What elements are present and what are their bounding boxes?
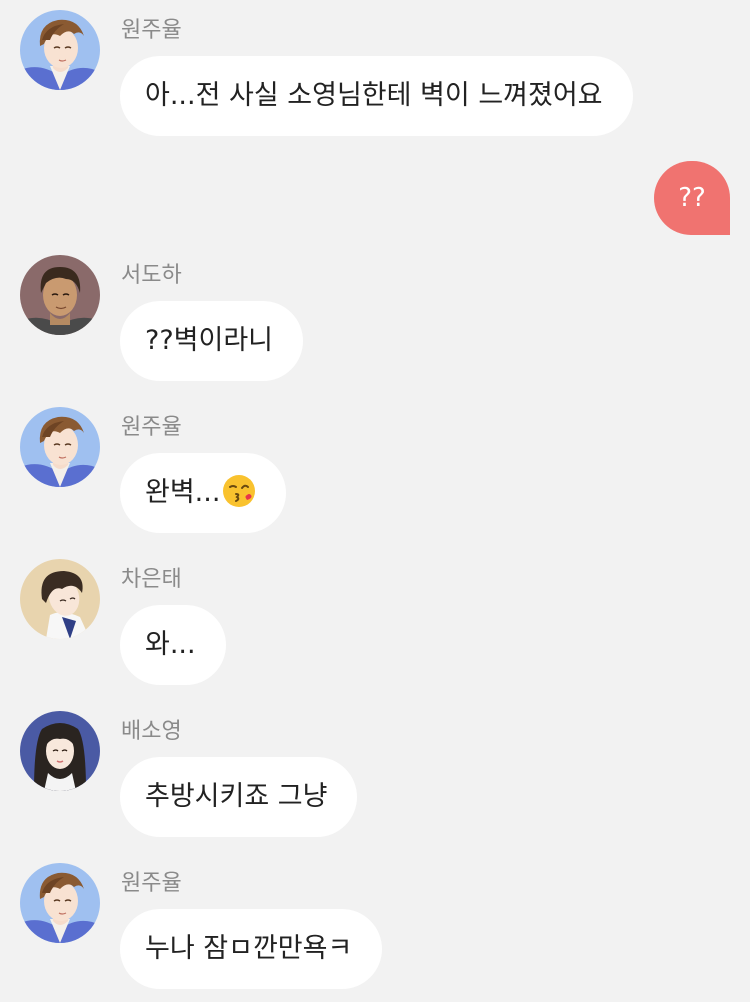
sender-name: 원주율 xyxy=(121,18,182,43)
avatar[interactable] xyxy=(20,407,100,487)
avatar[interactable] xyxy=(20,863,100,943)
avatar[interactable] xyxy=(20,559,100,639)
avatar[interactable] xyxy=(20,255,100,335)
kissing-face-emoji-icon xyxy=(223,474,256,507)
my-message-bubble[interactable]: ?? xyxy=(654,161,730,235)
message-bubble[interactable]: ??벽이라니 xyxy=(120,301,304,381)
avatar[interactable] xyxy=(20,711,100,791)
message-bubble[interactable]: 추방시키죠 그냥 xyxy=(120,757,358,837)
message-bubble[interactable]: 아...전 사실 소영님한테 벽이 느껴졌어요 xyxy=(120,56,633,136)
avatar[interactable] xyxy=(20,10,100,90)
message-text: 완벽... xyxy=(145,477,221,508)
sender-name: 차은태 xyxy=(121,567,182,592)
message-bubble[interactable]: 누나 잠ㅁ깐만욕ㅋ xyxy=(120,909,383,989)
sender-name: 원주율 xyxy=(121,415,182,440)
sender-name: 원주율 xyxy=(121,871,182,896)
message-bubble[interactable]: 완벽... xyxy=(120,453,287,533)
message-bubble[interactable]: 와... xyxy=(120,605,226,685)
chat-area[interactable]: 원주율 아...전 사실 소영님한테 벽이 느껴졌어요 ?? 서도하 ??벽이라… xyxy=(0,0,750,1002)
sender-name: 배소영 xyxy=(121,719,182,744)
sender-name: 서도하 xyxy=(121,263,182,288)
